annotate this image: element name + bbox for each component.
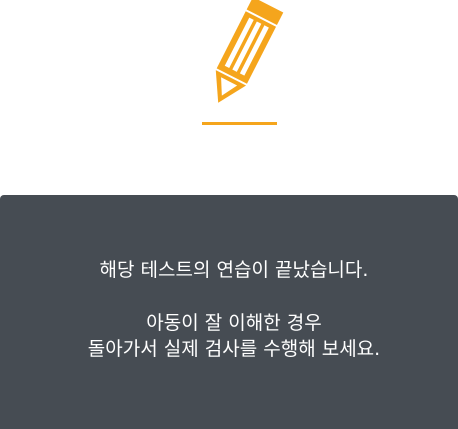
pencil-icon bbox=[190, 0, 290, 130]
practice-complete-screen: 해당 테스트의 연습이 끝났습니다. 아동이 잘 이해한 경우 돌아가서 실제 … bbox=[0, 0, 458, 429]
instruction-text-line1: 아동이 잘 이해한 경우 bbox=[146, 312, 322, 334]
instruction-text-line2: 돌아가서 실제 검사를 수행해 보세요. bbox=[87, 338, 381, 360]
message-panel: 해당 테스트의 연습이 끝났습니다. 아동이 잘 이해한 경우 돌아가서 실제 … bbox=[0, 195, 458, 429]
practice-finished-text: 해당 테스트의 연습이 끝났습니다. bbox=[99, 259, 369, 281]
